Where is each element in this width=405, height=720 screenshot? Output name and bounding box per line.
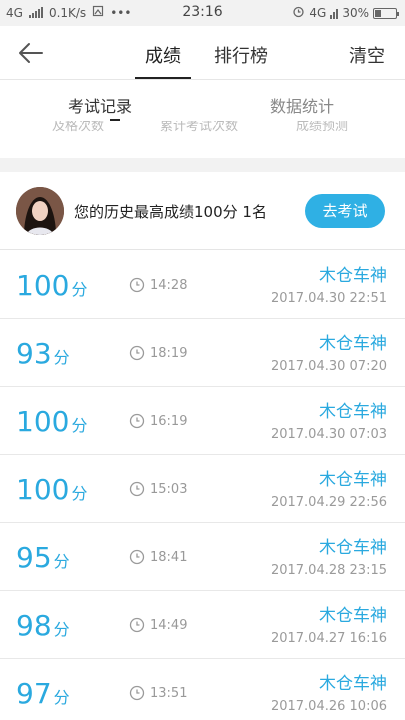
clock-icon bbox=[129, 685, 145, 701]
stat-label: 成绩预测 bbox=[296, 121, 349, 134]
record-username: 木仓车神 bbox=[319, 538, 387, 558]
battery-percent: 30% bbox=[342, 6, 369, 20]
score-unit: 分 bbox=[53, 348, 70, 367]
record-date: 2017.04.30 22:51 bbox=[270, 291, 387, 306]
score-unit: 分 bbox=[53, 688, 70, 707]
back-icon[interactable] bbox=[16, 39, 46, 67]
record-duration: 14:28 bbox=[150, 278, 188, 293]
record-row[interactable]: 100 分 16:19 木仓车神 2017.04.30 07:03 bbox=[0, 387, 405, 455]
tab-active-indicator bbox=[135, 77, 191, 79]
signal-icon-right bbox=[330, 8, 339, 19]
record-date: 2017.04.28 23:15 bbox=[270, 563, 387, 578]
record-row[interactable]: 97 分 13:51 木仓车神 2017.04.26 10:06 bbox=[0, 659, 405, 720]
record-row[interactable]: 95 分 18:41 木仓车神 2017.04.28 23:15 bbox=[0, 523, 405, 591]
section-divider bbox=[0, 158, 405, 172]
stat-label: 及格次数 bbox=[52, 121, 105, 134]
score-unit: 分 bbox=[53, 620, 70, 639]
clock-icon bbox=[129, 549, 145, 565]
clock-icon bbox=[129, 481, 145, 497]
record-row[interactable]: 100 分 14:28 木仓车神 2017.04.30 22:51 bbox=[0, 251, 405, 319]
score-value: 100 bbox=[16, 405, 70, 438]
record-score: 93 分 bbox=[16, 337, 70, 370]
start-exam-button[interactable]: 去考试 bbox=[305, 194, 385, 228]
tab-ranking[interactable]: 排行榜 bbox=[214, 42, 268, 68]
stats-labels-cutoff: 及格次数 累计考试次数 成绩预测 bbox=[0, 121, 405, 141]
network-type-right: 4G bbox=[309, 6, 327, 20]
clear-button[interactable]: 清空 bbox=[349, 42, 385, 68]
score-unit: 分 bbox=[71, 484, 88, 503]
clock-icon bbox=[129, 345, 145, 361]
record-score: 98 分 bbox=[16, 609, 70, 642]
score-value: 100 bbox=[16, 269, 70, 302]
score-value: 98 bbox=[16, 609, 52, 642]
record-date: 2017.04.30 07:20 bbox=[270, 359, 387, 374]
record-duration: 13:51 bbox=[150, 686, 188, 701]
record-duration: 14:49 bbox=[150, 618, 188, 633]
record-date: 2017.04.26 10:06 bbox=[270, 699, 387, 714]
battery-icon bbox=[373, 7, 399, 19]
score-unit: 分 bbox=[53, 552, 70, 571]
score-value: 93 bbox=[16, 337, 52, 370]
record-duration: 18:41 bbox=[150, 550, 188, 565]
record-score: 95 分 bbox=[16, 541, 70, 574]
record-row[interactable]: 98 分 14:49 木仓车神 2017.04.27 16:16 bbox=[0, 591, 405, 659]
best-score-text: 您的历史最高成绩100分 1名 bbox=[74, 203, 267, 221]
subtab-stats[interactable]: 数据统计 bbox=[270, 93, 334, 117]
status-bar: 4G 0.1K/s ••• 23:16 4G 30% bbox=[0, 0, 405, 26]
score-value: 100 bbox=[16, 473, 70, 506]
record-duration: 15:03 bbox=[150, 482, 188, 497]
clock-icon bbox=[129, 617, 145, 633]
clock-icon bbox=[129, 413, 145, 429]
record-score: 100 分 bbox=[16, 473, 87, 506]
score-unit: 分 bbox=[71, 280, 88, 299]
best-score-card: 您的历史最高成绩100分 1名 去考试 bbox=[0, 172, 405, 250]
record-username: 木仓车神 bbox=[319, 266, 387, 286]
record-score: 97 分 bbox=[16, 677, 70, 710]
record-duration: 16:19 bbox=[150, 414, 188, 429]
sub-tabs: 考试记录 数据统计 bbox=[0, 81, 405, 121]
score-value: 95 bbox=[16, 541, 52, 574]
clock-icon bbox=[129, 277, 145, 293]
score-value: 97 bbox=[16, 677, 52, 710]
record-score: 100 分 bbox=[16, 269, 87, 302]
record-row[interactable]: 93 分 18:19 木仓车神 2017.04.30 07:20 bbox=[0, 319, 405, 387]
score-unit: 分 bbox=[71, 416, 88, 435]
record-username: 木仓车神 bbox=[319, 674, 387, 694]
tab-scores[interactable]: 成绩 bbox=[145, 42, 181, 68]
record-date: 2017.04.29 22:56 bbox=[270, 495, 387, 510]
status-right: 4G 30% bbox=[292, 5, 399, 21]
record-score: 100 分 bbox=[16, 405, 87, 438]
stat-label: 累计考试次数 bbox=[160, 121, 239, 134]
subtab-records[interactable]: 考试记录 bbox=[68, 93, 132, 117]
alarm-icon bbox=[292, 5, 305, 21]
record-username: 木仓车神 bbox=[319, 470, 387, 490]
top-nav: 成绩 排行榜 清空 bbox=[0, 26, 405, 80]
record-date: 2017.04.27 16:16 bbox=[270, 631, 387, 646]
record-duration: 18:19 bbox=[150, 346, 188, 361]
record-username: 木仓车神 bbox=[319, 334, 387, 354]
record-username: 木仓车神 bbox=[319, 606, 387, 626]
record-date: 2017.04.30 07:03 bbox=[270, 427, 387, 442]
record-row[interactable]: 100 分 15:03 木仓车神 2017.04.29 22:56 bbox=[0, 455, 405, 523]
record-username: 木仓车神 bbox=[319, 402, 387, 422]
records-list: 100 分 14:28 木仓车神 2017.04.30 22:51 93 分 18:19 木仓车… bbox=[0, 251, 405, 720]
avatar[interactable] bbox=[16, 187, 64, 235]
